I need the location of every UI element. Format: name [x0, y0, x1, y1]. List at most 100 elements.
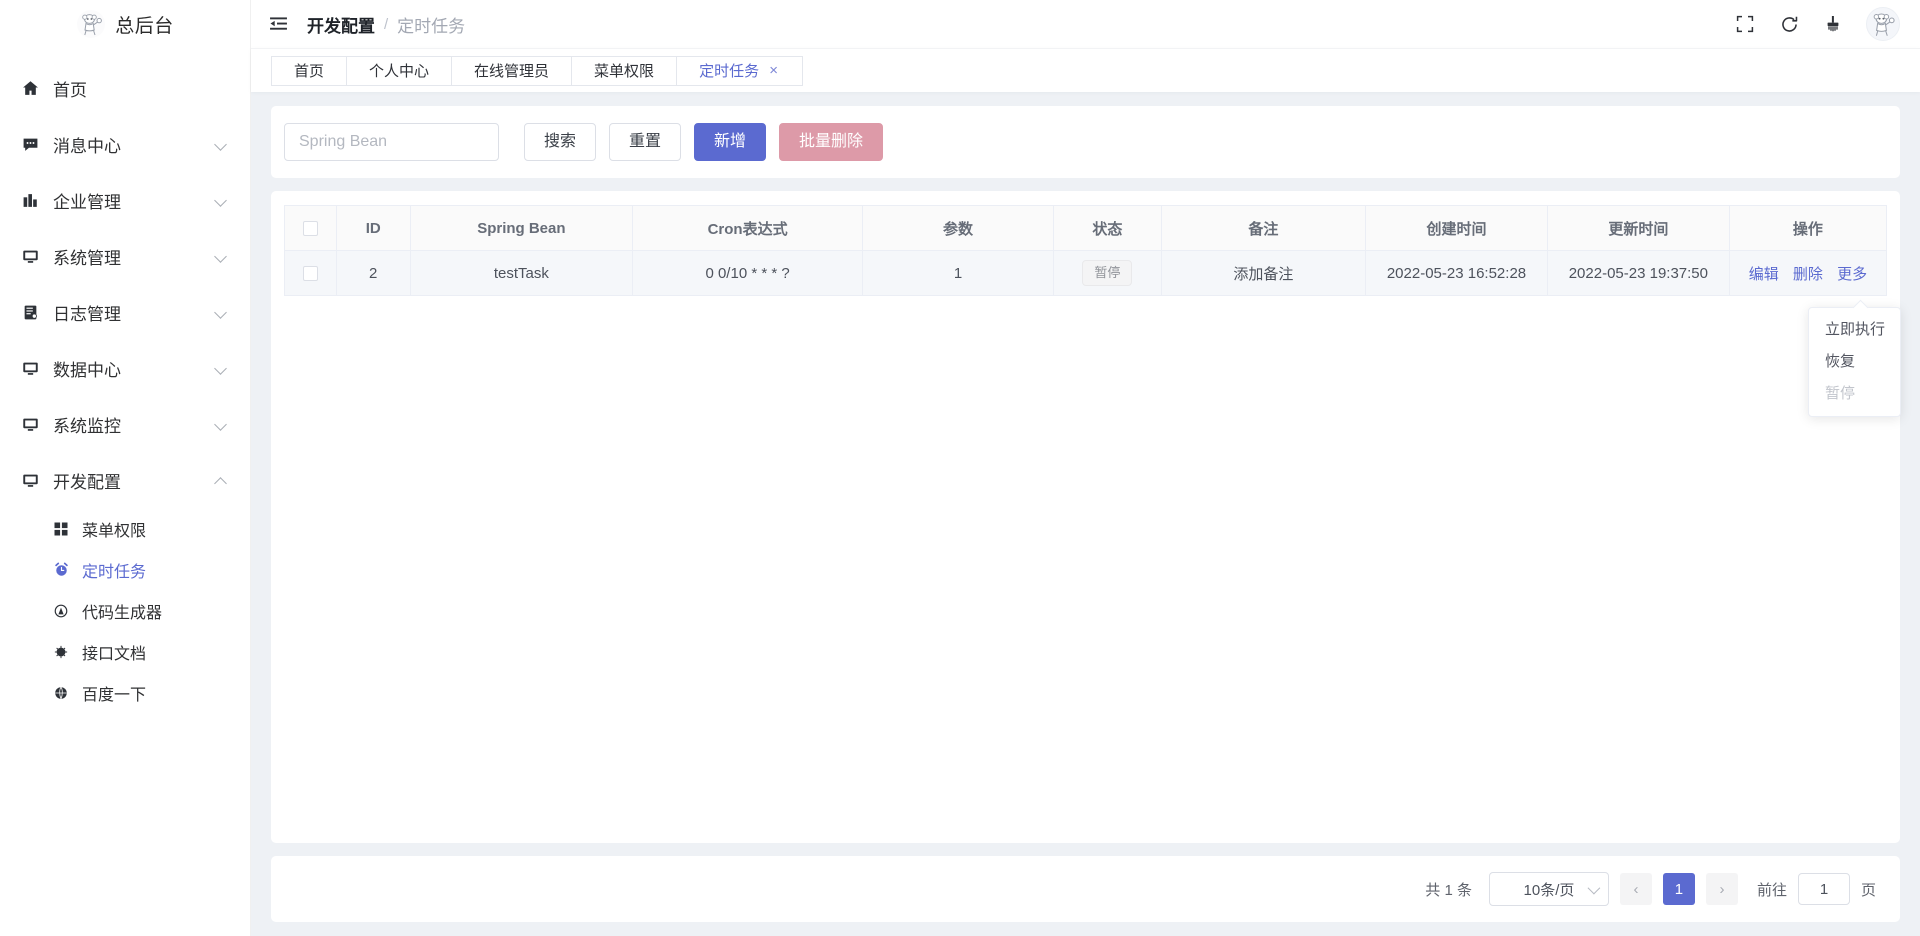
- chevron-up-icon: [215, 474, 228, 487]
- sidebar-item-menu-permission[interactable]: 菜单权限: [0, 508, 250, 549]
- col-created-at: 创建时间: [1365, 205, 1548, 251]
- jump-unit-label: 页: [1860, 881, 1876, 899]
- chevron-down-icon: [215, 250, 228, 263]
- delete-link[interactable]: 删除: [1793, 266, 1823, 283]
- sidebar-item-api-doc[interactable]: 接口文档: [0, 631, 250, 672]
- tab-personal-center[interactable]: 个人中心: [346, 55, 453, 86]
- select-all-checkbox[interactable]: [302, 221, 318, 237]
- sidebar-item-label: 首页: [53, 80, 87, 100]
- chevron-down-icon: [215, 138, 228, 151]
- more-actions-dropdown: 立即执行 恢复 暂停: [1808, 307, 1901, 417]
- page-size-label: 10条/页: [1523, 881, 1575, 899]
- add-button[interactable]: 新增: [694, 123, 767, 161]
- col-cron: Cron表达式: [632, 205, 864, 251]
- sidebar-item-data-center[interactable]: 数据中心: [0, 340, 250, 396]
- fullscreen-icon[interactable]: [1734, 13, 1756, 35]
- globe-icon: [54, 686, 74, 700]
- close-icon[interactable]: ×: [767, 63, 780, 78]
- sidebar-item-label: 日志管理: [53, 304, 121, 324]
- search-button[interactable]: 搜索: [524, 123, 597, 161]
- cell-id: 2: [335, 250, 411, 296]
- prev-page-button[interactable]: ‹: [1619, 873, 1652, 905]
- table-row[interactable]: 2 testTask 0 0/10 * * * ? 1 暂停 添加备注 2022…: [284, 250, 1888, 296]
- sidebar-item-label: 定时任务: [82, 563, 147, 581]
- sidebar-item-label: 系统监控: [53, 416, 121, 436]
- sidebar-item-label: 开发配置: [53, 472, 121, 492]
- tab-strip: 首页 个人中心 在线管理员 菜单权限 定时任务 ×: [251, 48, 1920, 92]
- sidebar-item-label: 接口文档: [82, 645, 147, 663]
- cell-remark: 添加备注: [1160, 250, 1367, 296]
- row-select-cell: [284, 250, 337, 296]
- tab-online-admin[interactable]: 在线管理员: [451, 55, 573, 86]
- menu-fold-icon[interactable]: [263, 9, 293, 39]
- page-number-1[interactable]: 1: [1662, 873, 1695, 905]
- sidebar-item-scheduled-task[interactable]: 定时任务: [0, 549, 250, 590]
- tab-label: 在线管理员: [474, 63, 550, 80]
- jump-page-input[interactable]: [1797, 873, 1850, 905]
- sidebar-item-label: 百度一下: [82, 686, 147, 704]
- edit-link[interactable]: 编辑: [1749, 266, 1779, 283]
- more-link[interactable]: 更多: [1837, 266, 1867, 283]
- sidebar-item-dev-config[interactable]: 开发配置: [0, 452, 250, 508]
- top-bar: 开发配置 / 定时任务: [251, 0, 1920, 48]
- mascot-logo-icon: [76, 9, 106, 39]
- chevron-down-icon: [215, 194, 228, 207]
- sidebar-item-baidu[interactable]: 百度一下: [0, 672, 250, 713]
- brand-title: 总后台: [115, 15, 174, 37]
- refresh-icon[interactable]: [1778, 13, 1800, 35]
- cell-operations: 编辑 删除 更多: [1728, 250, 1888, 296]
- tab-label: 定时任务: [699, 63, 760, 80]
- chevron-down-icon: [1587, 881, 1601, 894]
- cell-status: 暂停: [1052, 250, 1162, 296]
- sidebar-item-log-management[interactable]: 日志管理: [0, 284, 250, 340]
- dropdown-item-resume[interactable]: 恢复: [1809, 346, 1900, 378]
- status-badge: 暂停: [1082, 260, 1133, 286]
- monitor-icon: [22, 360, 44, 377]
- breadcrumb-parent[interactable]: 开发配置: [307, 12, 375, 37]
- tab-label: 个人中心: [369, 63, 430, 80]
- col-id: ID: [335, 205, 411, 251]
- user-avatar-icon[interactable]: [1866, 7, 1900, 41]
- batch-delete-button[interactable]: 批量删除: [779, 123, 884, 161]
- cell-params: 1: [862, 250, 1054, 296]
- sidebar-item-system-monitor[interactable]: 系统监控: [0, 396, 250, 452]
- breadcrumb: 开发配置 / 定时任务: [307, 12, 465, 37]
- sidebar-menu: 首页 消息中心 企业管理 系统管理 日志管理 数据中心 系统监控 开发配置 菜单…: [0, 48, 250, 713]
- alarm-clock-icon: [54, 562, 74, 577]
- grid-icon: [54, 522, 74, 536]
- table-header-row: ID Spring Bean Cron表达式 参数 状态 备注 创建时间 更新时…: [284, 205, 1888, 251]
- monitor-icon: [22, 248, 44, 265]
- col-status: 状态: [1052, 205, 1162, 251]
- tab-label: 菜单权限: [594, 63, 655, 80]
- next-page-button[interactable]: ›: [1705, 873, 1738, 905]
- cell-spring-bean: testTask: [409, 250, 634, 296]
- row-checkbox[interactable]: [302, 266, 318, 282]
- sidebar-item-system-management[interactable]: 系统管理: [0, 228, 250, 284]
- tab-scheduled-task[interactable]: 定时任务 ×: [676, 55, 804, 86]
- page-size-select[interactable]: 10条/页: [1488, 872, 1609, 906]
- breadcrumb-current: 定时任务: [397, 16, 466, 36]
- dropdown-item-run-now[interactable]: 立即执行: [1809, 314, 1900, 346]
- sidebar-item-enterprise[interactable]: 企业管理: [0, 172, 250, 228]
- chevron-down-icon: [215, 362, 228, 375]
- brand-logo[interactable]: 总后台: [0, 0, 250, 48]
- notebook-icon: [22, 304, 44, 321]
- cell-updated-at: 2022-05-23 19:37:50: [1546, 250, 1730, 296]
- monitor-icon: [22, 472, 44, 489]
- sidebar-item-label: 菜单权限: [82, 522, 147, 540]
- theme-brush-icon[interactable]: [1822, 13, 1844, 35]
- reset-button[interactable]: 重置: [609, 123, 682, 161]
- jump-label: 前往: [1756, 881, 1787, 899]
- sidebar-item-code-generator[interactable]: 代码生成器: [0, 590, 250, 631]
- breadcrumb-separator: /: [384, 15, 389, 33]
- topbar-actions: [1734, 7, 1900, 41]
- table-empty-space: [284, 296, 1887, 829]
- tab-home[interactable]: 首页: [271, 55, 348, 86]
- sidebar: 总后台 首页 消息中心 企业管理 系统管理 日志管理 数据中心 系统监控 开发配…: [0, 0, 251, 936]
- sidebar-item-home[interactable]: 首页: [0, 60, 250, 116]
- content-area: 搜索 重置 新增 批量删除 ID: [251, 92, 1920, 936]
- sidebar-item-message-center[interactable]: 消息中心: [0, 116, 250, 172]
- search-input[interactable]: [284, 123, 499, 161]
- tab-menu-permission[interactable]: 菜单权限: [571, 55, 678, 86]
- tab-label: 首页: [294, 63, 325, 80]
